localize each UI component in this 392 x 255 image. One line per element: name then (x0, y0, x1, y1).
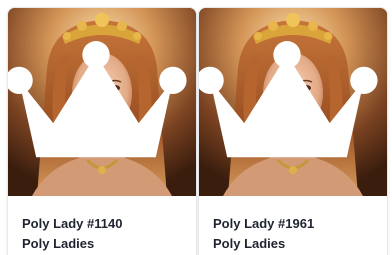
card-meta: Poly Lady #1961 Poly Ladies (199, 196, 387, 254)
nft-collection-name[interactable]: Poly Ladies (213, 234, 373, 254)
nft-thumbnail-image[interactable] (199, 8, 387, 196)
nft-item-name[interactable]: Poly Lady #1961 (213, 214, 373, 234)
card-meta: Poly Lady #1140 Poly Ladies (8, 196, 196, 254)
nft-card[interactable]: Poly Lady #1140 Poly Ladies (7, 7, 197, 255)
nft-collection-name[interactable]: Poly Ladies (22, 234, 182, 254)
nft-card-grid: Poly Lady #1140 Poly Ladies Poly Lady #1… (0, 0, 392, 255)
crown-icon (8, 41, 187, 158)
nft-card[interactable]: Poly Lady #1961 Poly Ladies (198, 7, 388, 255)
crown-icon (199, 41, 378, 158)
nft-thumbnail-image[interactable] (8, 8, 196, 196)
nft-item-name[interactable]: Poly Lady #1140 (22, 214, 182, 234)
